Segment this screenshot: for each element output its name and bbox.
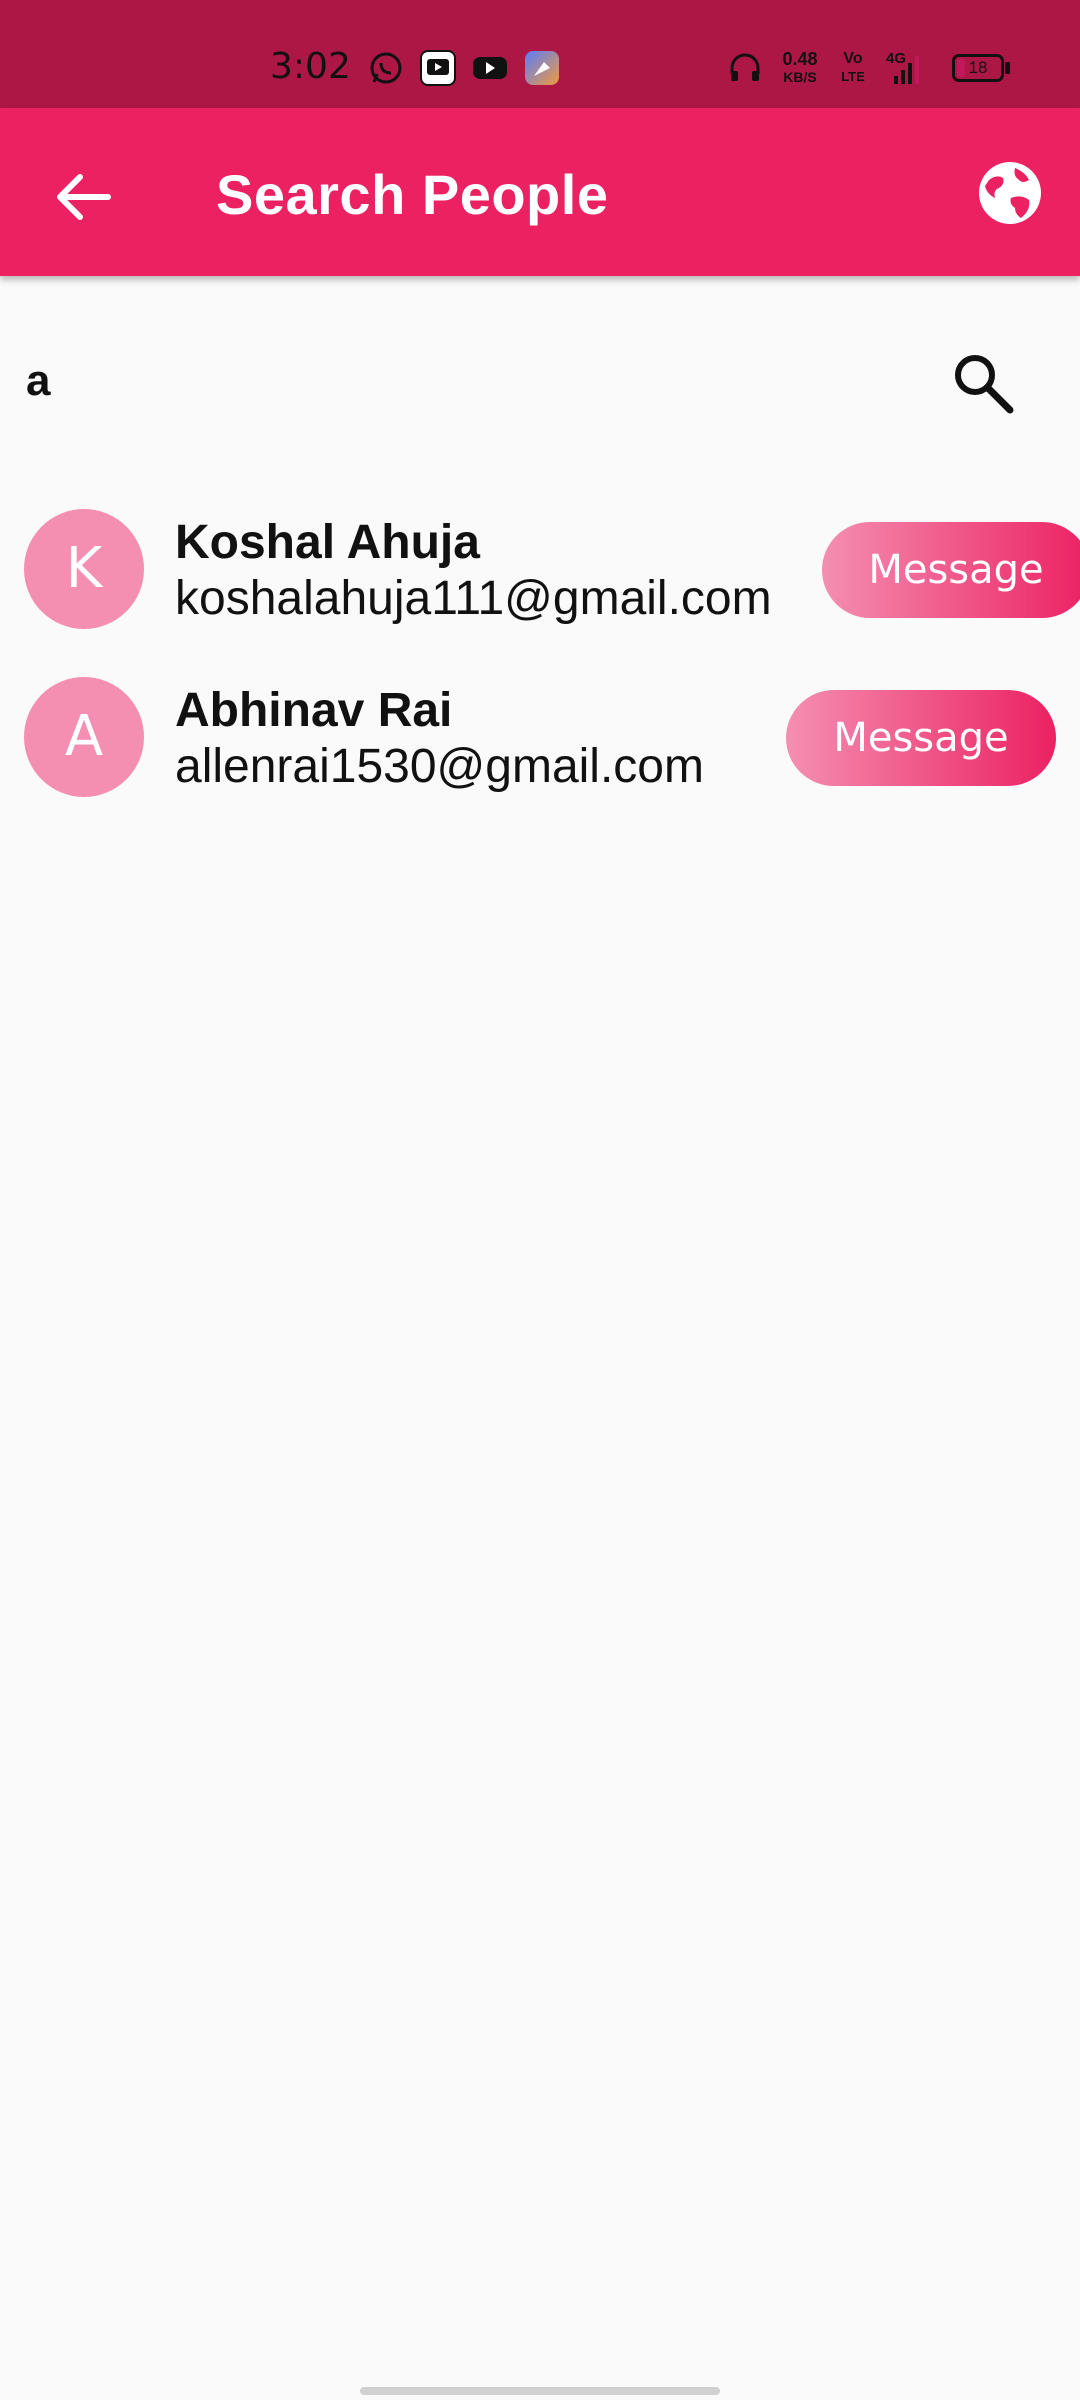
battery-level: 18 — [968, 58, 988, 77]
person-email: allenrai1530@gmail.com — [175, 740, 704, 793]
person-name: Koshal Ahuja — [175, 516, 480, 569]
person-email: koshalahuja111@gmail.com — [175, 572, 772, 625]
whatsapp-icon — [370, 52, 402, 84]
globe-icon[interactable] — [975, 158, 1045, 228]
volte-indicator: Vo LTE — [838, 50, 868, 86]
youtube-studio-icon — [420, 50, 456, 86]
search-icon[interactable] — [950, 350, 1016, 416]
youtube-icon — [473, 57, 507, 79]
headphones-icon — [730, 53, 760, 81]
list-item[interactable]: A Abhinav Rai allenrai1530@gmail.com Mes… — [0, 677, 1080, 827]
volte-bottom: LTE — [841, 69, 865, 84]
net-speed-value: 0.48 — [782, 49, 818, 69]
person-name: Abhinav Rai — [175, 684, 453, 737]
avatar: K — [24, 509, 144, 629]
signal-icon — [894, 56, 919, 84]
message-button[interactable]: Message — [822, 522, 1080, 618]
net-speed-unit: KB/S — [783, 69, 817, 85]
avatar: A — [24, 677, 144, 797]
battery-icon: 18 — [952, 54, 1004, 82]
volte-top: Vo — [843, 50, 863, 67]
app-bar: Search People — [0, 108, 1080, 276]
battery-tip — [1005, 62, 1010, 74]
app-icon — [525, 51, 559, 85]
arrow-back-icon[interactable] — [50, 164, 116, 230]
message-button[interactable]: Message — [786, 690, 1056, 786]
status-time: 3:02 — [270, 46, 351, 87]
search-input[interactable] — [24, 340, 908, 422]
list-item[interactable]: K Koshal Ahuja koshalahuja111@gmail.com … — [0, 509, 1080, 659]
home-indicator[interactable] — [360, 2387, 720, 2395]
page-title: Search People — [216, 163, 609, 226]
status-bar: 3:02 0.48 KB/S Vo LTE 4G 18 — [0, 0, 1080, 108]
net-speed: 0.48 KB/S — [774, 50, 826, 86]
